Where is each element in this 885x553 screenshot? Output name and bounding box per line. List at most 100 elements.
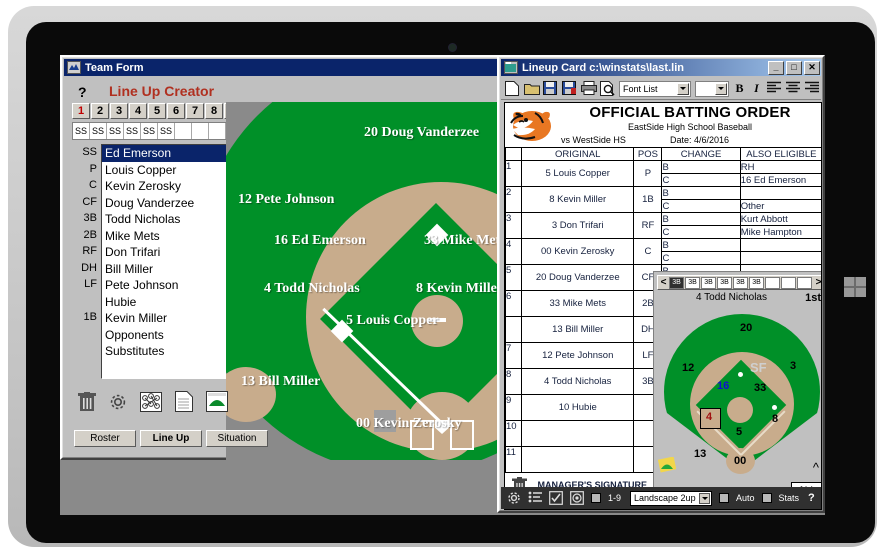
pager-cell-6[interactable]: 3B: [749, 276, 764, 289]
chevron-down-icon[interactable]: [699, 492, 711, 504]
lineup-number-7[interactable]: 7: [186, 103, 204, 119]
lineup-number-2[interactable]: 2: [91, 103, 109, 119]
pager-cell-3[interactable]: 3B: [701, 276, 716, 289]
lineup-card-titlebar[interactable]: Lineup Card c:\winstats\last.lin _ □ ✕: [501, 59, 821, 76]
tab-situation[interactable]: Situation: [206, 430, 268, 447]
trash-icon[interactable]: [78, 391, 96, 412]
stats-checkbox[interactable]: [761, 493, 772, 503]
field-card-icon[interactable]: [206, 391, 228, 412]
cell-orig[interactable]: 5 Louis Copper: [521, 160, 635, 187]
cell-num[interactable]: 7: [505, 342, 523, 369]
cell-orig[interactable]: 3 Don Trifari: [521, 212, 635, 239]
save-as-icon[interactable]: [562, 81, 577, 96]
pager-cell-5[interactable]: 3B: [733, 276, 748, 289]
maximize-button[interactable]: □: [786, 60, 802, 75]
mini-field-number[interactable]: 00: [734, 455, 746, 467]
list-icon[interactable]: [528, 491, 542, 505]
tab-line-up[interactable]: Line Up: [140, 430, 202, 447]
lineup-card-window[interactable]: Lineup Card c:\winstats\last.lin _ □ ✕ F…: [497, 55, 825, 513]
field-position-panel[interactable]: < 3B 3B 3B 3B 3B 3B > 4 Todd Nicholas 1st: [653, 271, 821, 509]
cell-pos[interactable]: 1B: [633, 186, 663, 213]
cell-orig[interactable]: 4 Todd Nicholas: [521, 368, 635, 395]
help-button[interactable]: ?: [808, 492, 815, 504]
checklist-icon[interactable]: [549, 491, 563, 505]
field-player-label[interactable]: 5 Louis Copper: [346, 313, 439, 329]
gear-icon[interactable]: [507, 491, 521, 505]
tab-roster[interactable]: Roster: [74, 430, 136, 447]
pager-cells[interactable]: 3B 3B 3B 3B 3B 3B: [669, 276, 813, 289]
field-player-label[interactable]: 00 Kevin Zerosky: [356, 416, 462, 432]
position-slot-4[interactable]: SS: [124, 123, 141, 139]
lineup-number-5[interactable]: 5: [148, 103, 166, 119]
pager-cell-7[interactable]: [765, 276, 780, 289]
cell-chg[interactable]: B: [661, 160, 741, 174]
cell-num[interactable]: 6: [505, 290, 523, 317]
cell-orig[interactable]: 12 Pete Johnson: [521, 342, 635, 369]
mini-field-number[interactable]: 13: [694, 448, 706, 460]
mini-field-number[interactable]: 12: [682, 362, 694, 374]
lineup-card-bottom-bar[interactable]: 1-9 Landscape 2up Auto Stats ?: [501, 487, 821, 509]
cell-num[interactable]: 1: [505, 160, 523, 187]
position-slot-3[interactable]: SS: [107, 123, 124, 139]
field-player-label[interactable]: 12 Pete Johnson: [238, 192, 334, 208]
cell-pos[interactable]: RF: [633, 212, 663, 239]
chevron-up-icon[interactable]: ^: [813, 460, 819, 475]
cell-orig[interactable]: 20 Doug Vanderzee: [521, 264, 635, 291]
window-controls[interactable]: _ □ ✕: [768, 60, 821, 75]
position-slot-9[interactable]: [209, 123, 226, 139]
target-icon[interactable]: [570, 491, 584, 505]
align-left-icon[interactable]: [767, 81, 782, 96]
pager-prev-button[interactable]: <: [658, 277, 669, 288]
cell-orig[interactable]: 13 Bill Miller: [521, 316, 635, 343]
pager-cell-2[interactable]: 3B: [685, 276, 700, 289]
open-folder-icon[interactable]: [524, 81, 540, 96]
cell-chg[interactable]: B: [661, 238, 741, 252]
lineup-number-4[interactable]: 4: [129, 103, 147, 119]
cell-elig[interactable]: [739, 251, 821, 265]
lineup-number-6[interactable]: 6: [167, 103, 185, 119]
lineup-number-1[interactable]: 1: [72, 103, 90, 119]
cell-elig[interactable]: Mike Hampton: [739, 225, 821, 239]
cell-elig[interactable]: Other: [739, 199, 821, 213]
minimize-button[interactable]: _: [768, 60, 784, 75]
positions-grid-icon[interactable]: [140, 391, 162, 412]
cell-chg[interactable]: C: [661, 251, 741, 265]
field-player-label[interactable]: 16 Ed Emerson: [274, 233, 366, 249]
mini-field-number[interactable]: 33: [754, 382, 766, 394]
cell-pos[interactable]: P: [633, 160, 663, 187]
cell-chg[interactable]: B: [661, 186, 741, 200]
field-player-label[interactable]: 4 Todd Nicholas: [264, 281, 360, 297]
print-preview-icon[interactable]: [600, 81, 615, 96]
cell-orig[interactable]: 8 Kevin Miller: [521, 186, 635, 213]
inning-pager[interactable]: < 3B 3B 3B 3B 3B 3B >: [657, 275, 821, 290]
table-row[interactable]: 33 Don Trifari RF B Kurt Abbott: [505, 212, 821, 239]
baseball-field-diagram[interactable]: Drag player to any field position or Dou…: [226, 102, 508, 460]
lineup-number-3[interactable]: 3: [110, 103, 128, 119]
cell-elig[interactable]: [739, 238, 821, 252]
auto-checkbox[interactable]: [719, 493, 730, 503]
new-file-icon[interactable]: [505, 81, 520, 96]
bold-button[interactable]: B: [733, 81, 746, 96]
table-row[interactable]: 15 Louis Copper P B RH: [505, 160, 821, 187]
help-button[interactable]: ?: [78, 84, 87, 100]
windows-logo-icon[interactable]: [844, 277, 866, 297]
field-player-label[interactable]: 20 Doug Vanderzee: [364, 125, 479, 141]
align-right-icon[interactable]: [805, 81, 820, 96]
position-slot-2[interactable]: SS: [90, 123, 107, 139]
lineup-number-8[interactable]: 8: [205, 103, 223, 119]
cell-elig[interactable]: 16 Ed Emerson: [739, 173, 821, 187]
position-slot-row[interactable]: SS SS SS SS SS SS: [72, 122, 227, 140]
cell-num[interactable]: 5: [505, 264, 523, 291]
mini-field-number[interactable]: 20: [740, 322, 752, 334]
cell-num[interactable]: 2: [505, 186, 523, 213]
team-form-tabs[interactable]: Roster Line Up Situation: [74, 430, 272, 447]
cell-orig[interactable]: [521, 420, 635, 447]
pager-cell-8[interactable]: [781, 276, 796, 289]
position-slot-6[interactable]: SS: [158, 123, 175, 139]
mini-field-number[interactable]: 3: [790, 360, 796, 372]
cell-num[interactable]: 9: [505, 394, 523, 421]
position-slot-5[interactable]: SS: [141, 123, 158, 139]
table-row[interactable]: 4 00 Kevin Zerosky C B: [505, 238, 821, 265]
gear-icon[interactable]: [109, 393, 127, 411]
mini-field-diagram[interactable]: SF DP 2012316334850013: [662, 308, 821, 498]
